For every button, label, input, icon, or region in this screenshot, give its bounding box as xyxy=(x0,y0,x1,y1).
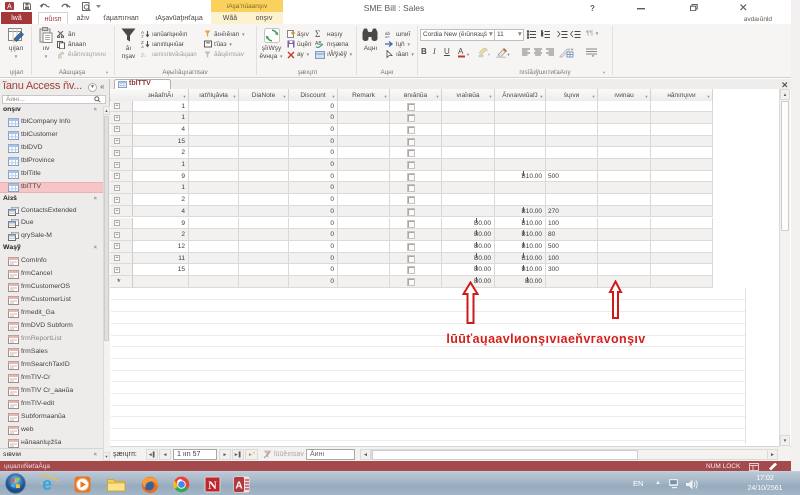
svg-text:ac: ac xyxy=(385,34,391,38)
svg-text:N: N xyxy=(208,478,217,492)
svg-text:▼: ▼ xyxy=(591,54,595,58)
svg-text:▼: ▼ xyxy=(487,52,491,57)
svg-text:A: A xyxy=(141,44,144,48)
svg-text:▼: ▼ xyxy=(466,52,470,57)
svg-text:▼: ▼ xyxy=(507,52,511,57)
svg-text:▼: ▼ xyxy=(570,47,574,52)
svg-text:2: 2 xyxy=(541,33,543,37)
svg-text:2↓: 2↓ xyxy=(141,53,146,59)
svg-text:Σ: Σ xyxy=(315,29,320,38)
svg-text:A: A xyxy=(235,481,242,492)
svg-text:A: A xyxy=(7,4,12,11)
svg-text:A: A xyxy=(458,47,464,56)
svg-text:Z: Z xyxy=(141,34,144,38)
